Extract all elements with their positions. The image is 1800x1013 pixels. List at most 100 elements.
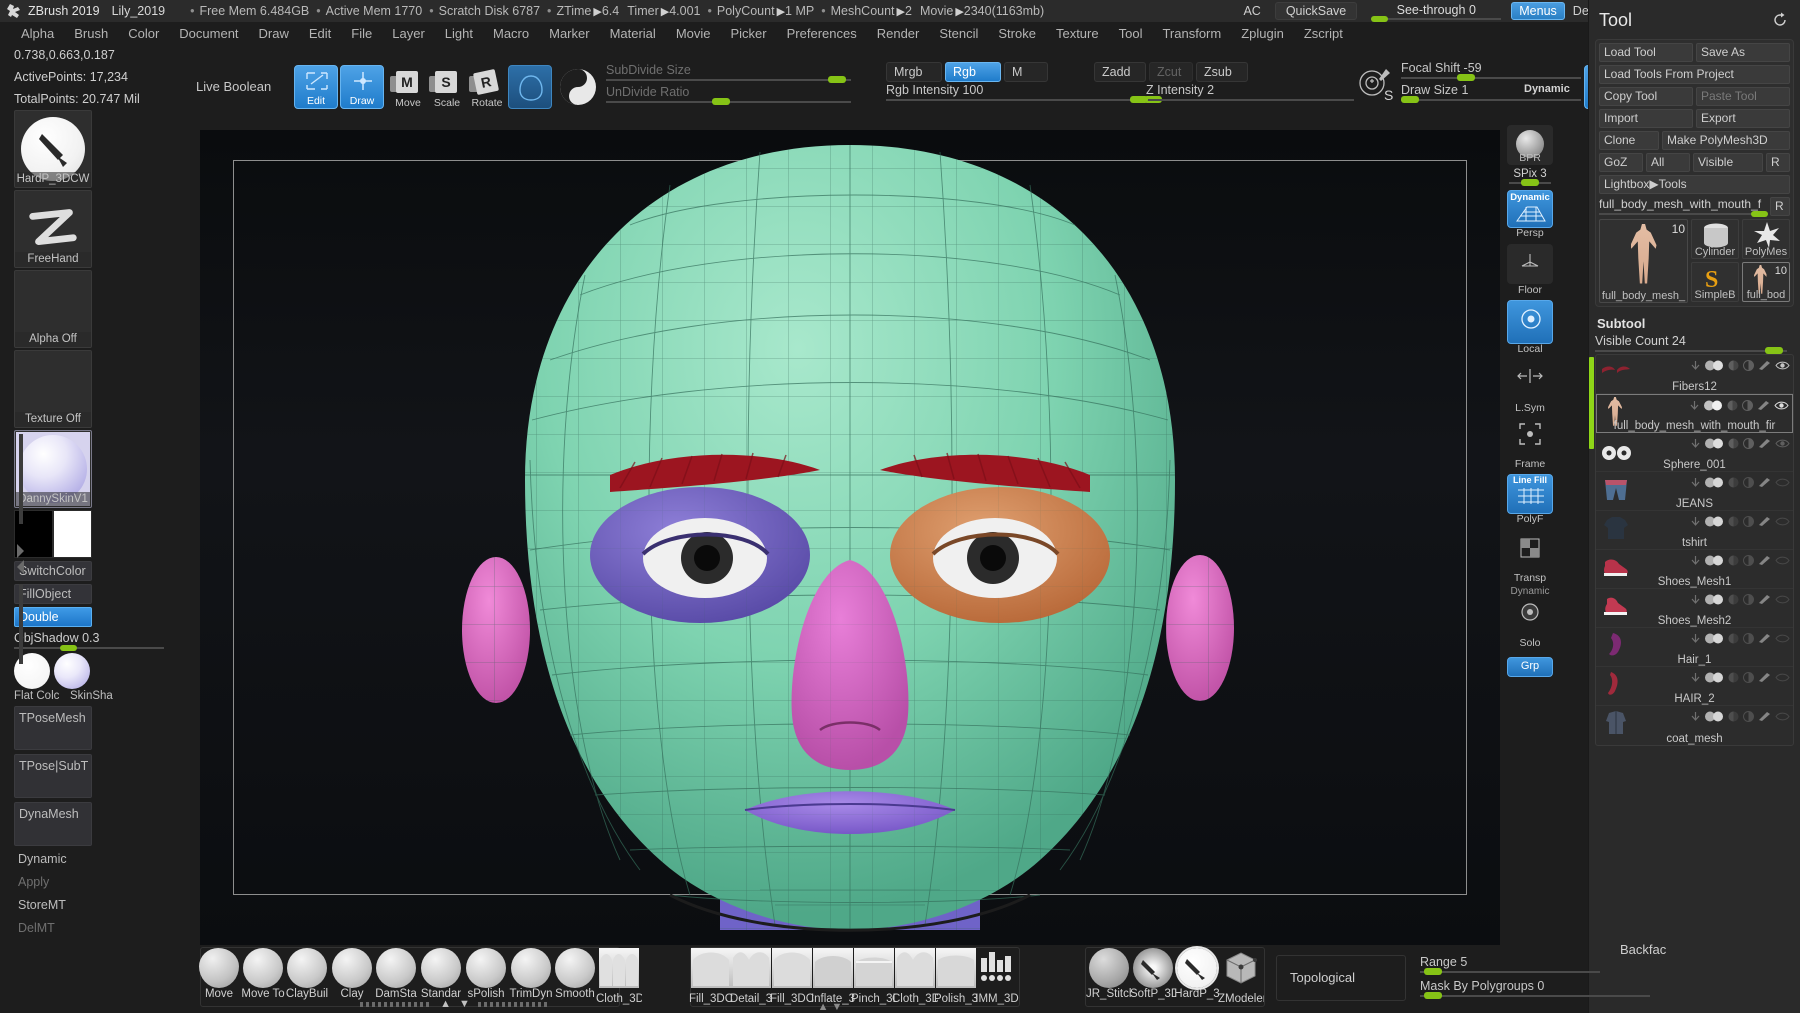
brush-pinch3d[interactable]: Pinch_3D <box>851 947 897 1005</box>
export-button[interactable]: Export <box>1696 109 1790 128</box>
floor-button[interactable]: Floor <box>1507 244 1553 296</box>
menu-movie[interactable]: Movie <box>667 24 720 43</box>
menu-edit[interactable]: Edit <box>300 24 340 43</box>
menu-tool[interactable]: Tool <box>1110 24 1152 43</box>
subtool-halfmoon-icon[interactable] <box>1728 358 1739 376</box>
subtool-scroll-indicator[interactable] <box>1589 357 1594 449</box>
brush-spolish[interactable]: sPolish <box>463 947 509 1005</box>
ac-label[interactable]: AC <box>1243 4 1260 18</box>
subtool-eye-icon[interactable] <box>1775 436 1790 454</box>
menu-brush[interactable]: Brush <box>65 24 117 43</box>
rgb-button[interactable]: Rgb <box>945 62 1001 82</box>
brush-imm3d[interactable]: IMM_3D <box>974 947 1020 1005</box>
brush-smooth[interactable]: Smooth <box>552 947 598 1005</box>
pager-up-arrow-icon[interactable]: ▲ <box>440 998 451 1010</box>
subtool-eye-icon[interactable] <box>1775 475 1790 493</box>
subtool-paint-icon[interactable] <box>1758 514 1771 532</box>
brush-hardp3-selected[interactable]: HardP_3 <box>1174 947 1220 1005</box>
subtool-arrow-icon[interactable] <box>1690 475 1701 493</box>
topological-button[interactable]: Topological <box>1290 970 1355 985</box>
menu-material[interactable]: Material <box>601 24 665 43</box>
edit-mode-button[interactable]: Edit <box>294 65 338 109</box>
brush-move-topological[interactable]: Move To <box>240 947 286 1005</box>
bpr-render-button[interactable]: BPR <box>1507 125 1553 165</box>
focal-shift-slider[interactable]: Focal Shift -59 <box>1401 60 1581 81</box>
subtool-eye-icon[interactable] <box>1774 398 1789 416</box>
yin-yang-button[interactable] <box>556 65 600 109</box>
canvas-down-arrow-icon[interactable]: ▼ <box>832 1001 843 1013</box>
menu-stencil[interactable]: Stencil <box>930 24 987 43</box>
z-intensity-slider[interactable]: Z Intensity 2 <box>1094 82 1354 103</box>
lsym-button[interactable]: L.Sym <box>1507 362 1553 414</box>
current-tool-slider[interactable] <box>1599 211 1768 217</box>
menu-light[interactable]: Light <box>436 24 482 43</box>
spix-knob[interactable] <box>1521 179 1539 186</box>
subtool-contrast-icon[interactable] <box>1743 358 1754 376</box>
clone-button[interactable]: Clone <box>1599 131 1659 150</box>
canvas-up-arrow-icon[interactable]: ▲ <box>818 1001 829 1013</box>
subtool-visibility-toggle-icon[interactable] <box>1705 514 1724 532</box>
menu-macro[interactable]: Macro <box>484 24 538 43</box>
undivide-ratio-slider[interactable]: UnDivide Ratio <box>606 84 851 105</box>
subtool-halfmoon-icon[interactable] <box>1727 398 1738 416</box>
brush-cloth3d-b[interactable]: Cloth_3D <box>892 947 938 1005</box>
subtool-eye-icon[interactable] <box>1775 631 1790 649</box>
subtool-visibility-toggle-icon[interactable] <box>1705 709 1724 727</box>
draw-size-knob[interactable] <box>1401 96 1419 103</box>
subtool-eye-icon[interactable] <box>1775 358 1790 376</box>
polyframe-button[interactable]: Line Fill PolyF <box>1507 474 1553 525</box>
goz-visible-button[interactable]: Visible <box>1693 153 1763 172</box>
subtool-eye-icon[interactable] <box>1775 709 1790 727</box>
menu-render[interactable]: Render <box>868 24 929 43</box>
goz-button[interactable]: GoZ <box>1599 153 1643 172</box>
local-button[interactable]: Local <box>1507 300 1553 355</box>
storemt-button[interactable]: StoreMT <box>14 896 92 916</box>
copy-tool-button[interactable]: Copy Tool <box>1599 87 1693 106</box>
subtool-halfmoon-icon[interactable] <box>1728 475 1739 493</box>
subtool-paint-icon[interactable] <box>1758 358 1771 376</box>
subtool-eye-icon[interactable] <box>1775 514 1790 532</box>
subtool-contrast-icon[interactable] <box>1743 553 1754 571</box>
subtool-item-hair1[interactable]: Hair_1 <box>1596 628 1793 667</box>
subtool-halfmoon-icon[interactable] <box>1728 553 1739 571</box>
subtool-paint-icon[interactable] <box>1758 553 1771 571</box>
brush-shelf-pager[interactable]: ▲ ▼ <box>355 998 555 1010</box>
subtool-halfmoon-icon[interactable] <box>1728 631 1739 649</box>
subtool-item-full-body[interactable]: full_body_mesh_with_mouth_fir <box>1596 394 1793 433</box>
lightbox-tools-button[interactable]: Lightbox▶Tools <box>1599 175 1790 194</box>
menu-draw[interactable]: Draw <box>250 24 298 43</box>
subtool-halfmoon-icon[interactable] <box>1728 670 1739 688</box>
subtool-contrast-icon[interactable] <box>1743 631 1754 649</box>
brush-inflate3[interactable]: Inflate_3 <box>810 947 856 1005</box>
spix-slider[interactable]: SPix 3 <box>1502 168 1558 186</box>
grp-button[interactable]: Grp <box>1507 657 1553 677</box>
subtool-visibility-toggle-icon[interactable] <box>1705 670 1724 688</box>
goz-r-button[interactable]: R <box>1766 153 1790 172</box>
brush-cloth3d-a[interactable]: Cloth_3D <box>596 947 642 1005</box>
subtool-paint-icon[interactable] <box>1758 592 1771 610</box>
skin-shade-sphere-icon[interactable] <box>54 653 90 689</box>
brush-jr-stitch[interactable]: JR_Stitch <box>1086 947 1132 1005</box>
subtool-paint-icon[interactable] <box>1758 631 1771 649</box>
subtool-contrast-icon[interactable] <box>1743 436 1754 454</box>
subtool-visibility-toggle-icon[interactable] <box>1705 631 1724 649</box>
tool-thumb-full-body[interactable]: 10 full_body_mesh_ <box>1599 219 1688 303</box>
visible-count-knob[interactable] <box>1765 347 1783 354</box>
canvas-scroll-arrows[interactable]: ▲ ▼ <box>770 1001 890 1013</box>
subtool-contrast-icon[interactable] <box>1742 398 1753 416</box>
subtool-arrow-icon[interactable] <box>1689 398 1700 416</box>
menu-zscript[interactable]: Zscript <box>1295 24 1352 43</box>
menu-marker[interactable]: Marker <box>540 24 598 43</box>
subdivide-size-knob[interactable] <box>828 76 846 83</box>
subtool-arrow-icon[interactable] <box>1690 514 1701 532</box>
subtool-contrast-icon[interactable] <box>1743 592 1754 610</box>
frame-button[interactable]: Frame <box>1507 418 1553 470</box>
backface-button[interactable]: Backfac <box>1620 942 1666 957</box>
obj-shadow-slider[interactable]: ObjShadow 0.3 <box>14 630 164 651</box>
reset-icon[interactable] <box>1772 12 1788 33</box>
tposemesh-button[interactable]: TPoseMesh <box>14 706 92 750</box>
live-boolean-button[interactable]: Live Boolean <box>196 70 276 104</box>
subtool-halfmoon-icon[interactable] <box>1728 436 1739 454</box>
draw-mode-button[interactable]: Draw <box>340 65 384 109</box>
focal-shift-knob[interactable] <box>1457 74 1475 81</box>
